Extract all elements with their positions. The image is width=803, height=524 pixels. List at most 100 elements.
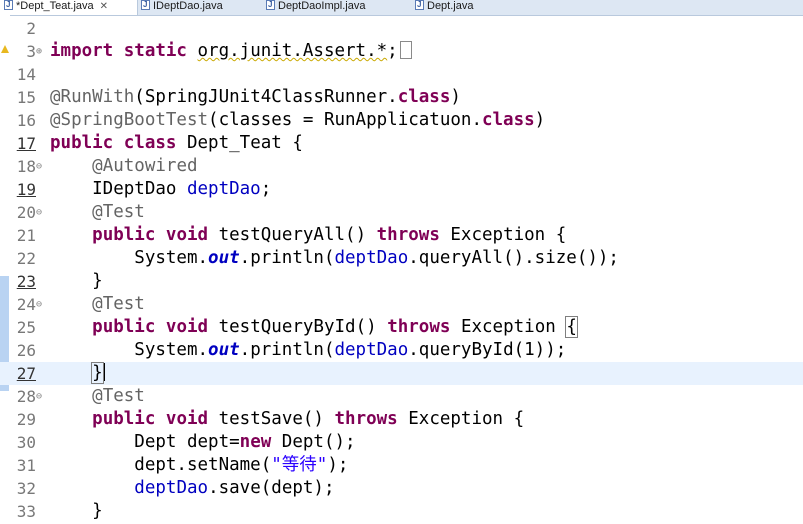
code-line[interactable]: 32 deptDao.save(dept); [0,477,803,500]
close-tab-icon[interactable]: ✕ [100,1,108,12]
line-number: 26 [16,341,36,360]
code-line[interactable]: 31 dept.setName("等待"); [0,454,803,477]
code-token: (classes = RunApplicatuon. [208,110,482,130]
code-token: new [239,432,272,452]
code-token: ; [260,179,272,199]
code-line[interactable]: 20 ⊖ @Test [0,201,803,224]
tab-ideptdao[interactable]: IDeptDao.java [141,0,223,15]
code-token: throws [334,409,398,429]
code-line[interactable]: 22 System.out.println(deptDao.queryAll()… [0,247,803,270]
code-token: ); [327,455,349,475]
code-token: deptDao [334,248,409,268]
code-token: Dept_Teat { [176,133,303,153]
code-line[interactable]: 17 public class Dept_Teat { [0,132,803,155]
line-number: 32 [16,479,36,498]
code-token: (SpringJUnit4ClassRunner. [134,87,398,107]
line-number: 29 [16,410,36,429]
code-token: .queryById(1)); [408,340,567,360]
code-token: Exception { [397,409,525,429]
code-token: @SpringBootTest [50,110,209,130]
code-line[interactable]: 33 } [0,500,803,523]
code-text: @Test [50,201,145,224]
tab-label: *Dept_Teat.java [16,0,94,12]
code-token: public void [92,317,209,337]
code-line[interactable]: 19 IDeptDao deptDao; [0,178,803,201]
line-number: 31 [16,456,36,475]
line-number: 27 [16,364,36,383]
code-text: @Test [50,385,145,408]
code-line[interactable]: 29 public void testSave() throws Excepti… [0,408,803,431]
line-number: 2 [26,19,36,38]
folded-imports-marker[interactable] [399,41,412,59]
code-token: deptDao [134,478,209,498]
code-line[interactable]: 28 ⊖ @Test [0,385,803,408]
code-line[interactable]: 23 } [0,270,803,293]
code-token: Dept(); [271,432,356,452]
line-number: 15 [16,88,36,107]
code-token: public class [50,133,177,153]
collapse-fold-icon[interactable]: ⊖ [36,155,42,178]
tab-label: DeptDaoImpl.java [278,0,366,12]
code-token: class [481,110,535,130]
collapse-fold-icon[interactable]: ⊖ [36,293,42,316]
code-token: .println( [239,340,335,360]
java-file-icon [266,0,275,11]
code-line[interactable]: 16 @SpringBootTest(classes = RunApplicatu… [0,109,803,132]
line-number: 3 [26,42,36,61]
text-caret [102,363,105,381]
java-file-icon [141,0,150,11]
code-text: @Autowired [50,155,197,178]
code-line[interactable]: 3 ⊕ import static org.junit.Assert.*; [0,40,803,63]
code-text: public void testQueryAll() throws Except… [50,224,566,247]
code-line[interactable]: 25 public void testQueryById() throws Ex… [0,316,803,339]
code-text: deptDao.save(dept); [50,477,334,500]
tab-deptdaoimpl[interactable]: DeptDaoImpl.java [266,0,365,15]
code-text: System.out.println(deptDao.queryById(1))… [50,339,566,362]
collapse-fold-icon[interactable]: ⊖ [36,201,42,224]
code-text: @SpringBootTest(classes = RunApplicatuon… [50,109,545,132]
code-line[interactable]: 30 Dept dept=new Dept(); [0,431,803,454]
code-text: @RunWith(SpringJUnit4ClassRunner.class) [50,86,461,109]
code-line[interactable]: 14 [0,63,803,86]
expand-fold-icon[interactable]: ⊕ [36,40,42,63]
line-number: 30 [16,433,36,452]
code-text: public void testQueryById() throws Excep… [50,316,578,339]
line-number: 19 [16,180,36,199]
code-editor[interactable]: 2 3 ⊕ import static org.junit.Assert.*; 14 15… [0,15,803,524]
code-line[interactable]: 24 ⊖ @Test [0,293,803,316]
tab-dept[interactable]: Dept.java [415,0,473,15]
code-line[interactable]: 26 System.out.println(deptDao.queryById(… [0,339,803,362]
code-token: out [208,248,240,268]
code-token: .queryAll().size()); [408,248,619,268]
code-line[interactable]: 18 ⊖ @Autowired [0,155,803,178]
code-text: Dept dept=new Dept(); [50,431,356,454]
code-line[interactable]: 27 } [0,362,803,385]
code-token: @RunWith [50,87,135,107]
code-text: @Test [50,293,145,316]
code-line[interactable]: 15 @RunWith(SpringJUnit4ClassRunner.class… [0,86,803,109]
code-line[interactable]: 21 public void testQueryAll() throws Exc… [0,224,803,247]
code-text: public class Dept_Teat { [50,132,303,155]
code-line[interactable]: 2 [0,17,803,40]
line-number: 16 [16,111,36,130]
code-token: class [397,87,451,107]
line-number: 24 [16,295,36,314]
code-token: } [50,271,103,291]
code-token: throws [387,317,451,337]
line-number: 17 [16,134,36,153]
code-text: } [50,500,103,523]
code-token: testQueryById() [208,317,388,337]
code-text: IDeptDao deptDao; [50,178,271,201]
collapse-fold-icon[interactable]: ⊖ [36,385,42,408]
tab-dept-teat[interactable]: *Dept_Teat.java ✕ [0,0,138,15]
code-token: dept.setName( [50,455,272,475]
code-token: throws [376,225,440,245]
